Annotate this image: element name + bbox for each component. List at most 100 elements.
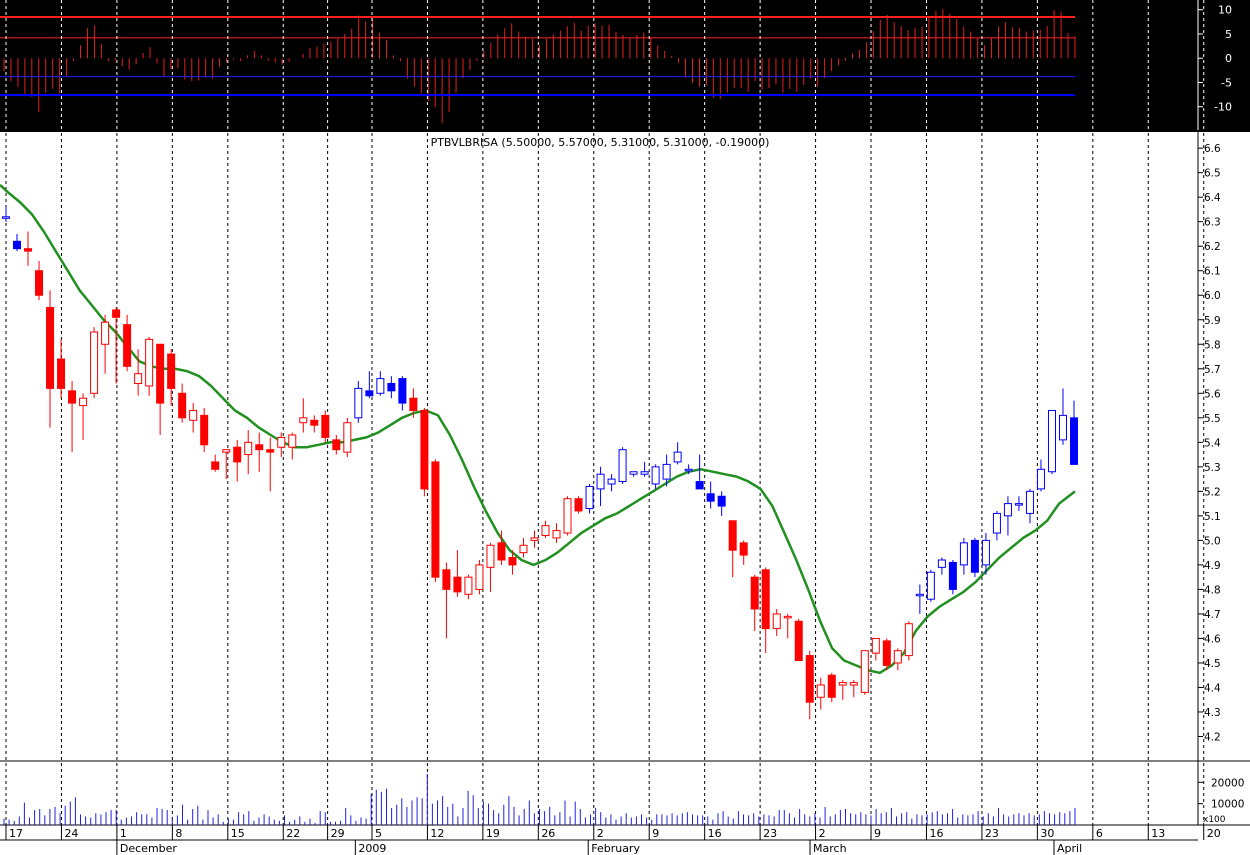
moving-average-line: [0, 183, 1076, 675]
day-tick-label: 26: [541, 827, 555, 840]
candle-body: [1003, 503, 1012, 517]
candle-body: [1047, 409, 1056, 473]
candle-body: [101, 321, 110, 345]
day-tick-label: 24: [64, 827, 78, 840]
day-tick-label: 13: [1151, 827, 1165, 840]
candle-body: [398, 378, 407, 404]
candle-body: [871, 637, 880, 654]
day-tick-label: 2: [597, 827, 604, 840]
axes: 6.6 6.5 6.4 6.3 6.2 6.1 6.0 5.9 5.8 5.7 5.6 5.5 5.4 5…: [5, 143, 1221, 855]
day-tick-label: 23: [985, 827, 999, 840]
candle-body: [673, 451, 682, 463]
oscillator-tick-label: -5: [1221, 76, 1232, 89]
day-tick-label: 20: [1207, 827, 1221, 840]
price-tick-label: 5.6: [1204, 388, 1221, 400]
candle-body: [332, 439, 341, 451]
candle-body: [651, 466, 660, 485]
moving-average: [0, 183, 1076, 675]
candle-body: [409, 397, 418, 411]
candle-body: [112, 309, 121, 318]
oscillator-background: [0, 0, 1198, 131]
candle-body: [321, 414, 330, 438]
candle-body: [90, 331, 99, 394]
candle-body: [299, 417, 308, 424]
oscillator-tick-label: -10: [1214, 101, 1232, 114]
price-tick-label: 6.5: [1204, 168, 1221, 180]
candle-body: [739, 542, 748, 556]
candle-body: [904, 623, 913, 657]
candles: [2, 206, 1078, 720]
candle-body: [57, 358, 66, 389]
candle-body: [541, 525, 550, 536]
month-label: 2009: [358, 842, 386, 855]
candle-body: [827, 674, 836, 698]
candle-body: [453, 576, 462, 593]
candle-body: [2, 216, 10, 219]
candle-body: [706, 493, 715, 502]
price-tick-label: 5.9: [1204, 315, 1221, 327]
price-tick-label: 6.1: [1204, 266, 1221, 278]
candle-body: [134, 373, 143, 384]
day-tick-label: 19: [486, 827, 500, 840]
candle-body: [486, 544, 495, 568]
candle-body: [222, 449, 231, 453]
candle-body: [442, 569, 451, 590]
candle-body: [189, 409, 198, 421]
day-tick-label: 30: [1040, 827, 1054, 840]
candle-body: [662, 463, 671, 480]
day-tick-label: 8: [175, 827, 182, 840]
candle-body: [266, 449, 275, 453]
candle-body: [618, 449, 627, 483]
oscillator-tick-label: 0: [1225, 52, 1232, 65]
candle-body: [893, 650, 902, 664]
candle-body: [1036, 468, 1045, 490]
day-tick-label: 16: [708, 827, 722, 840]
candle-body: [563, 498, 572, 534]
candle-body: [13, 240, 22, 250]
candle-body: [123, 324, 132, 367]
candle-body: [79, 397, 88, 407]
day-tick-label: 29: [331, 827, 345, 840]
candle-body: [882, 640, 891, 666]
day-tick-label: 23: [763, 827, 777, 840]
volume-multiplier-label: x100: [1203, 815, 1226, 825]
candle-body: [981, 539, 990, 566]
candle-body: [1014, 503, 1023, 506]
price-tick-label: 4.4: [1204, 682, 1221, 694]
month-label: December: [120, 842, 178, 855]
day-tick-label: 6: [1096, 827, 1103, 840]
volume-tick-label: 20000: [1211, 777, 1244, 789]
day-tick-label: 1: [120, 827, 127, 840]
candle-body: [68, 390, 77, 404]
price-tick-label: 6.3: [1204, 217, 1221, 229]
candle-body: [816, 684, 825, 698]
candle-body: [684, 468, 693, 472]
candle-body: [24, 248, 33, 252]
candle-body: [200, 414, 209, 446]
candle-body: [1025, 490, 1034, 514]
candle-body: [926, 571, 935, 600]
candle-body: [35, 270, 44, 296]
candle-body: [519, 544, 528, 554]
candle-body: [805, 655, 814, 703]
candle-body: [145, 338, 154, 387]
oscillator-tick-label: 5: [1225, 28, 1232, 41]
price-tick-label: 4.6: [1204, 633, 1221, 645]
price-tick-label: 5.0: [1204, 535, 1221, 547]
candle-body: [794, 620, 803, 661]
price-tick-label: 5.4: [1204, 437, 1221, 449]
day-tick-label: 17: [9, 827, 23, 840]
candle-body: [530, 537, 539, 541]
candle-body: [244, 441, 253, 456]
price-tick-label: 5.1: [1204, 511, 1221, 523]
day-tick-label: 2: [819, 827, 826, 840]
candle-body: [255, 444, 264, 451]
candle-body: [387, 382, 396, 392]
candle-body: [750, 576, 759, 610]
candle-body: [1070, 417, 1078, 465]
price-tick-label: 4.8: [1204, 584, 1221, 596]
volume-tick-label: 10000: [1211, 799, 1244, 811]
candle-body: [992, 512, 1001, 534]
candle-body: [761, 569, 770, 630]
candle-body: [552, 530, 561, 539]
